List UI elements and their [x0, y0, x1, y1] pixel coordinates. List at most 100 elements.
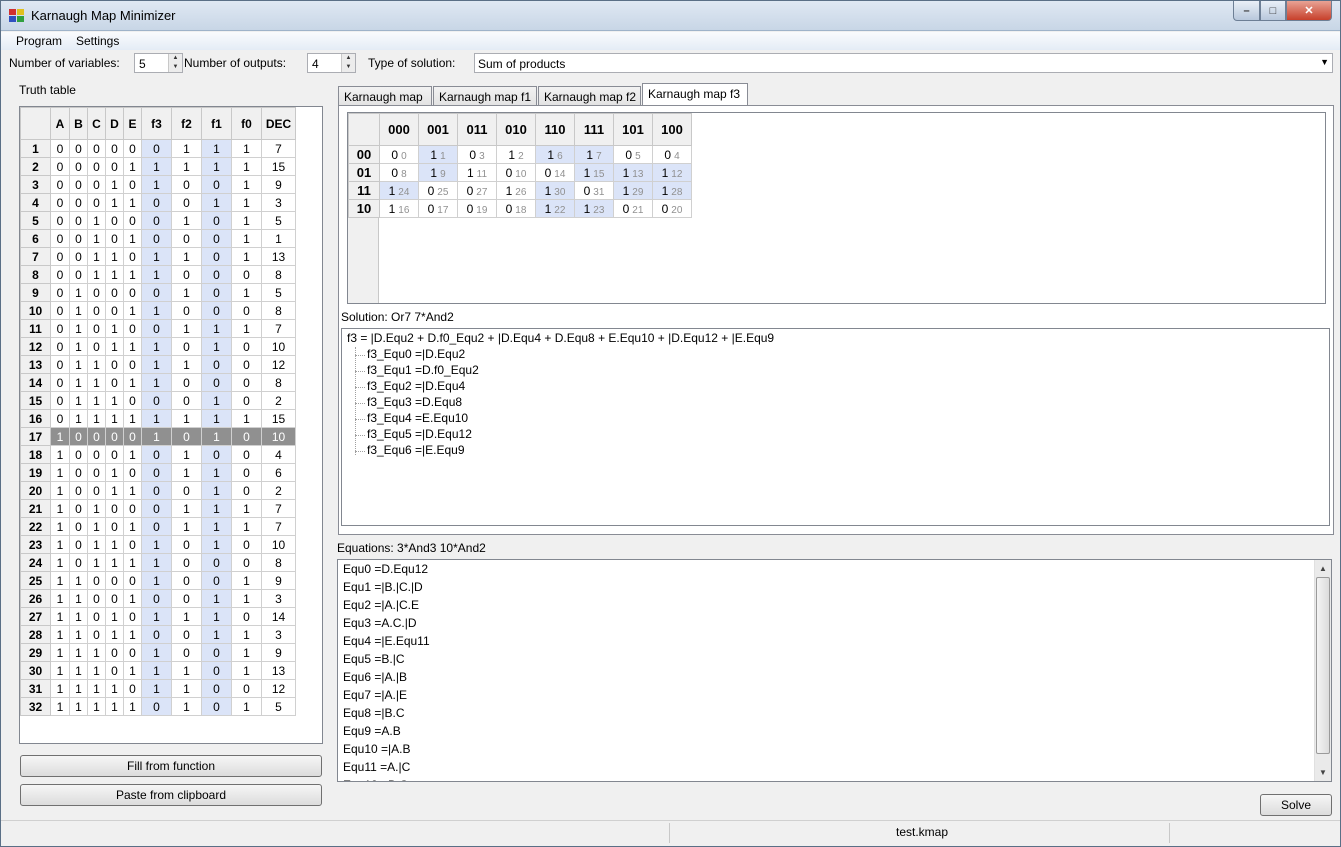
- table-cell[interactable]: 13: [261, 661, 296, 680]
- kmap-cell[interactable]: 0 27: [457, 181, 497, 200]
- table-cell[interactable]: 1: [105, 247, 124, 266]
- table-cell[interactable]: 1: [123, 373, 142, 392]
- table-cell[interactable]: 1: [50, 499, 70, 518]
- kmap-cell[interactable]: 00: [379, 145, 419, 164]
- menu-program[interactable]: Program: [16, 34, 62, 48]
- table-cell[interactable]: 0: [141, 463, 172, 482]
- num-outputs-spinbox[interactable]: 4 ▲ ▼: [307, 53, 356, 73]
- table-cell[interactable]: 1: [69, 679, 88, 698]
- table-row[interactable]: 60010100011: [20, 229, 296, 248]
- table-cell[interactable]: 10: [261, 337, 296, 356]
- equation-item[interactable]: Equ4 =|E.Equ11: [343, 634, 430, 648]
- table-cell[interactable]: 0: [171, 571, 202, 590]
- table-cell[interactable]: 0: [105, 373, 124, 392]
- table-cell[interactable]: 1: [123, 517, 142, 536]
- table-cell[interactable]: 1: [69, 301, 88, 320]
- table-row[interactable]: 11 0 1 0 1 0 0 1 1 1 7: [20, 319, 296, 338]
- table-cell[interactable]: 0: [87, 481, 106, 500]
- table-cell[interactable]: 0: [50, 139, 70, 158]
- table-cell[interactable]: 0: [123, 175, 142, 194]
- table-cell[interactable]: 0: [141, 283, 172, 302]
- kmap-cell[interactable]: 08: [379, 163, 419, 182]
- table-cell[interactable]: 1: [201, 463, 232, 482]
- solution-tree-item[interactable]: f3_Equ0 =|D.Equ2: [367, 347, 465, 361]
- table-cell[interactable]: 0: [231, 427, 262, 446]
- row-header[interactable]: 31: [20, 679, 51, 698]
- table-cell[interactable]: 0: [87, 427, 106, 446]
- table-cell[interactable]: 7: [261, 139, 296, 158]
- table-cell[interactable]: 1: [50, 463, 70, 482]
- table-cell[interactable]: 0: [50, 319, 70, 338]
- table-cell[interactable]: 1: [123, 589, 142, 608]
- row-header[interactable]: 27: [20, 607, 51, 626]
- kmap-cell[interactable]: 0 17: [418, 199, 458, 218]
- row-header[interactable]: 25: [20, 571, 51, 590]
- table-cell[interactable]: 1: [105, 697, 124, 716]
- table-cell[interactable]: 1: [123, 445, 142, 464]
- table-cell[interactable]: 1: [231, 661, 262, 680]
- table-cell[interactable]: 0: [105, 139, 124, 158]
- table-cell[interactable]: 0: [69, 463, 88, 482]
- table-cell[interactable]: 0: [105, 571, 124, 590]
- kmap-cell[interactable]: 1 24: [379, 181, 419, 200]
- table-cell[interactable]: 1: [87, 211, 106, 230]
- table-cell[interactable]: 0: [69, 175, 88, 194]
- table-cell[interactable]: 0: [231, 535, 262, 554]
- kmap-cell[interactable]: 1 29: [613, 181, 653, 200]
- table-cell[interactable]: 1: [123, 481, 142, 500]
- kmap-cell[interactable]: 12: [496, 145, 536, 164]
- table-cell[interactable]: 1: [231, 157, 262, 176]
- table-cell[interactable]: 1: [171, 283, 202, 302]
- table-cell[interactable]: 1: [231, 697, 262, 716]
- row-header[interactable]: 23: [20, 535, 51, 554]
- table-cell[interactable]: 0: [105, 643, 124, 662]
- table-cell[interactable]: 1: [105, 175, 124, 194]
- row-header[interactable]: 20: [20, 481, 51, 500]
- table-cell[interactable]: 1: [105, 463, 124, 482]
- row-header[interactable]: 12: [20, 337, 51, 356]
- row-header[interactable]: 24: [20, 553, 51, 572]
- equation-item[interactable]: Equ9 =A.B: [343, 724, 401, 738]
- table-cell[interactable]: 1: [123, 157, 142, 176]
- table-cell[interactable]: 1: [87, 553, 106, 572]
- column-header[interactable]: D: [105, 107, 124, 140]
- table-cell[interactable]: 4: [261, 445, 296, 464]
- table-cell[interactable]: 1: [69, 697, 88, 716]
- table-cell[interactable]: 1: [171, 445, 202, 464]
- row-header[interactable]: 19: [20, 463, 51, 482]
- column-header[interactable]: f2: [171, 107, 202, 140]
- column-header[interactable]: E: [123, 107, 142, 140]
- table-cell[interactable]: 1: [171, 139, 202, 158]
- table-cell[interactable]: 0: [141, 211, 172, 230]
- table-cell[interactable]: 1: [87, 373, 106, 392]
- table-cell[interactable]: 1: [141, 175, 172, 194]
- kmap-cell[interactable]: 1 13: [613, 163, 653, 182]
- table-cell[interactable]: 1: [201, 481, 232, 500]
- table-cell[interactable]: 0: [231, 481, 262, 500]
- karnaugh-map-grid[interactable]: 000 001 011 010 110 111 101 100 00 0 0 1 1 0 3 1 2 1 6 1 7 0 5…: [347, 112, 1326, 304]
- num-variables-spinbox[interactable]: 5 ▲ ▼: [134, 53, 183, 73]
- table-cell[interactable]: 0: [50, 391, 70, 410]
- column-header[interactable]: B: [69, 107, 88, 140]
- table-cell[interactable]: 0: [87, 571, 106, 590]
- table-cell[interactable]: 1: [50, 427, 70, 446]
- kmap-cell[interactable]: 04: [652, 145, 692, 164]
- table-cell[interactable]: 3: [261, 193, 296, 212]
- table-cell[interactable]: 1: [141, 265, 172, 284]
- table-cell[interactable]: 1: [87, 355, 106, 374]
- table-cell[interactable]: 0: [171, 337, 202, 356]
- table-cell[interactable]: 0: [87, 157, 106, 176]
- table-row[interactable]: 2 0 0 0 0 1 1 1 1 1 15: [20, 157, 296, 176]
- row-header[interactable]: 1: [20, 139, 51, 158]
- table-cell[interactable]: 1: [231, 247, 262, 266]
- table-cell[interactable]: 8: [261, 373, 296, 392]
- table-cell[interactable]: 0: [50, 283, 70, 302]
- table-cell[interactable]: 1: [171, 607, 202, 626]
- table-cell[interactable]: 0: [87, 607, 106, 626]
- table-cell[interactable]: 8: [261, 301, 296, 320]
- table-cell[interactable]: 1: [141, 355, 172, 374]
- table-cell[interactable]: 0: [141, 445, 172, 464]
- table-cell[interactable]: 1: [50, 571, 70, 590]
- table-cell[interactable]: 0: [69, 553, 88, 572]
- table-cell[interactable]: 0: [123, 247, 142, 266]
